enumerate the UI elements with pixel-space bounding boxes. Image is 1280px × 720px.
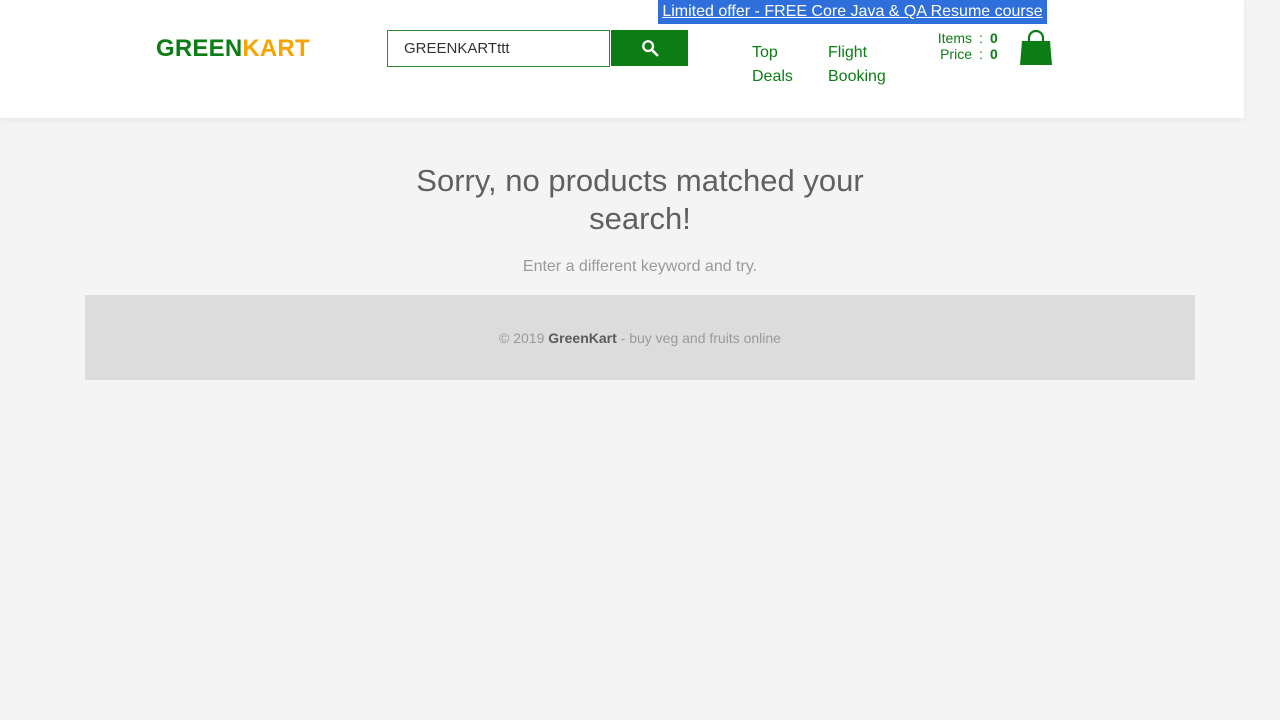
search-input[interactable]	[387, 30, 610, 67]
footer-tagline: - buy veg and fruits online	[616, 329, 781, 346]
footer-copyright: © 2019	[499, 329, 549, 346]
cart-summary: Items : 0 Price : 0	[920, 30, 1000, 62]
cart-items-label: Items	[937, 30, 972, 46]
brand-logo-green: GREEN	[156, 35, 243, 62]
shopping-bag-icon	[1020, 29, 1052, 65]
no-results-subtitle: Enter a different keyword and try.	[522, 258, 758, 275]
search-icon	[641, 40, 658, 57]
no-results-title: Sorry, no products matched your search!	[416, 163, 864, 236]
cart-button[interactable]	[1018, 29, 1054, 67]
promo-banner-link[interactable]: Limited offer - FREE Core Java & QA Resu…	[658, 0, 1047, 24]
site-footer: © 2019 GreenKart - buy veg and fruits on…	[85, 295, 1195, 380]
site-header: Limited offer - FREE Core Java & QA Resu…	[0, 0, 1244, 118]
search-button[interactable]	[611, 30, 688, 66]
nav-top-deals-link[interactable]: Top Deals	[752, 41, 812, 89]
brand-logo-kart: KART	[242, 35, 310, 62]
cart-price-label: Price	[940, 46, 972, 62]
footer-brand: GreenKart	[548, 329, 617, 346]
cart-price-row: Price : 0	[920, 46, 1000, 62]
cart-price-value: 0	[990, 46, 998, 62]
cart-items-count: 0	[990, 30, 998, 46]
nav-flight-booking-link[interactable]: Flight Booking	[828, 41, 898, 89]
cart-items-row: Items : 0	[920, 30, 1000, 46]
brand-logo: GREENKART	[156, 35, 310, 63]
cart-items-separator: :	[979, 30, 983, 46]
cart-price-separator: :	[979, 46, 983, 62]
